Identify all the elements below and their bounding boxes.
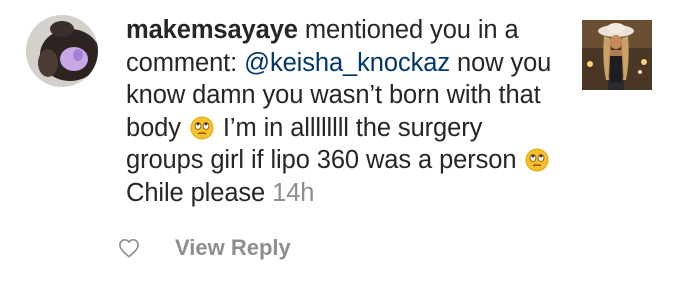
user-avatar[interactable] — [26, 15, 98, 87]
rolling-eyes-emoji-icon — [525, 148, 549, 172]
mention-notification[interactable]: makemsayaye mentioned you in a comment: … — [0, 0, 680, 293]
heart-outline-icon[interactable] — [118, 238, 140, 258]
post-thumbnail[interactable] — [582, 20, 652, 90]
view-reply-button[interactable]: View Reply — [175, 235, 291, 261]
notification-text: makemsayaye mentioned you in a comment: … — [126, 14, 556, 210]
comment-text-part2: I’m in allllllll the surgery groups girl… — [126, 113, 517, 175]
mention-link[interactable]: @keisha_knockaz — [244, 49, 450, 77]
username-link[interactable]: makemsayaye — [126, 16, 298, 44]
comment-actions: View Reply — [118, 232, 418, 266]
rolling-eyes-emoji-icon — [190, 116, 214, 140]
comment-text-part3: Chile please — [126, 178, 266, 207]
timestamp: 14h — [272, 178, 315, 207]
